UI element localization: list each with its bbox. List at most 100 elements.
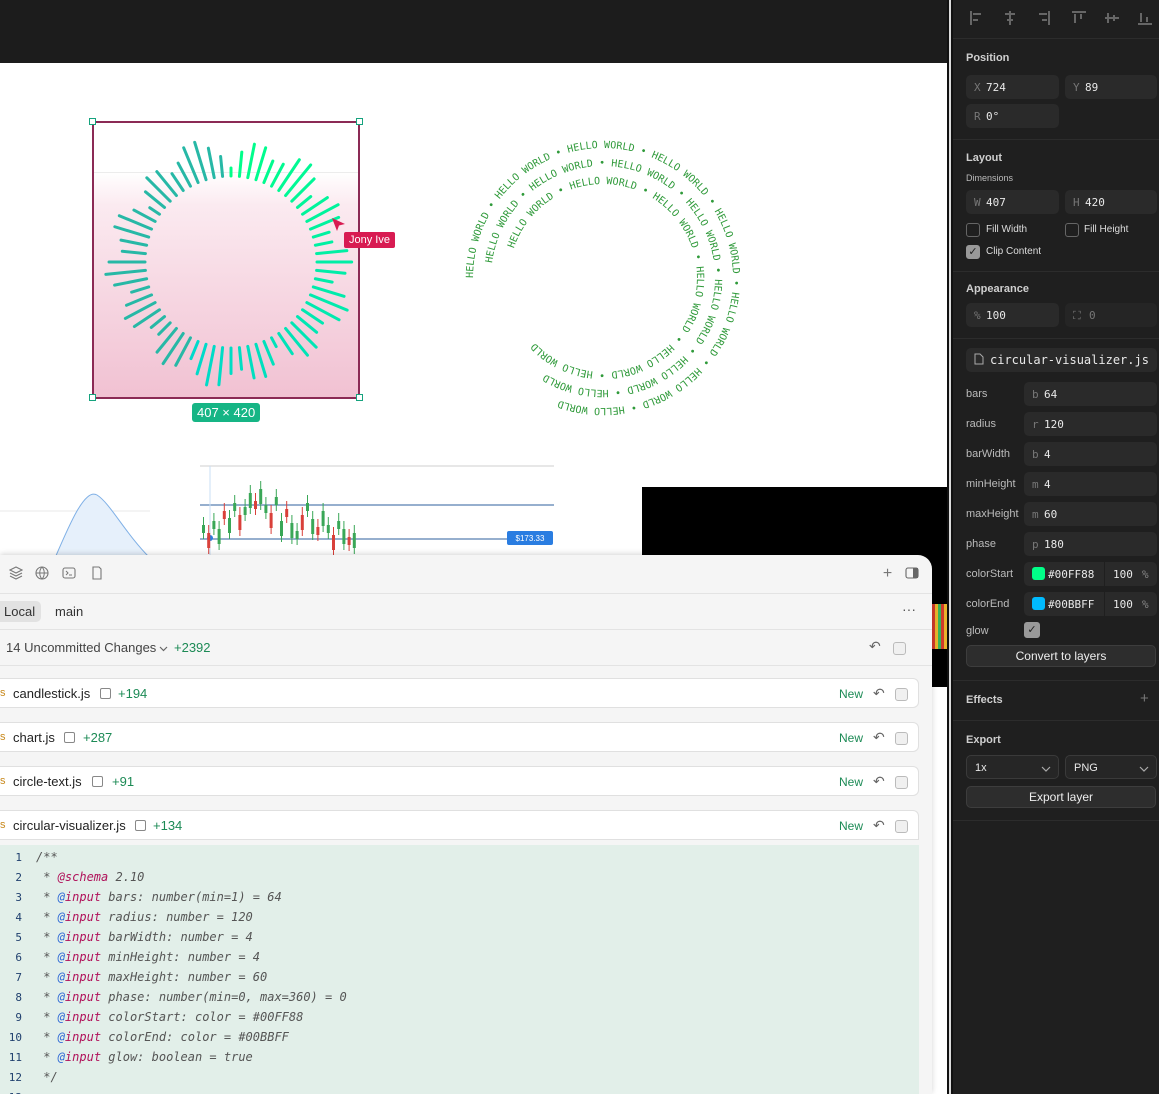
prop-label-barwidth: barWidth xyxy=(966,448,1011,460)
chevron-down-icon[interactable] xyxy=(159,640,168,658)
terminal-icon[interactable] xyxy=(61,566,76,581)
discard-icon[interactable]: ↶ xyxy=(873,685,885,702)
y-value: 89 xyxy=(1085,81,1099,94)
prop-field-maxheight[interactable]: m 60 xyxy=(1024,502,1157,526)
height-field[interactable]: H 420 xyxy=(1065,190,1157,214)
canvas-top-bar xyxy=(0,0,947,63)
visualizer-bar xyxy=(295,195,313,209)
candle-body xyxy=(306,503,309,511)
glow-checkbox[interactable]: ✓ xyxy=(1024,622,1040,638)
color-start-swatch[interactable] xyxy=(1032,567,1045,580)
selected-frame[interactable] xyxy=(92,121,360,399)
align-right-icon[interactable] xyxy=(1035,10,1051,26)
resize-handle-bottom-left[interactable] xyxy=(89,394,96,401)
file-row-circle-text[interactable]: s circle-text.js +91 New ↶ xyxy=(0,766,919,796)
stage-checkbox[interactable] xyxy=(895,732,908,745)
visualizer-bar xyxy=(290,321,318,349)
rotation-field[interactable]: R 0° xyxy=(966,104,1059,128)
discard-icon[interactable]: ↶ xyxy=(873,817,885,834)
line-number: 1 xyxy=(15,851,22,864)
resize-handle-top-left[interactable] xyxy=(89,118,96,125)
opacity-field[interactable]: % 100 xyxy=(966,303,1059,327)
separator xyxy=(953,338,1159,339)
candle-body xyxy=(238,515,242,530)
prop-value: 120 xyxy=(1044,418,1064,431)
prop-label-phase: phase xyxy=(966,538,996,550)
layers-icon[interactable] xyxy=(8,566,23,581)
copy-icon[interactable] xyxy=(100,688,111,699)
fill-width-checkbox[interactable] xyxy=(966,223,980,237)
candle-body xyxy=(342,529,346,544)
prop-field-phase[interactable]: p 180 xyxy=(1024,532,1157,556)
file-row-circular-visualizer[interactable]: s circular-visualizer.js +134 New ↶ xyxy=(0,810,919,840)
file-status-icon: s xyxy=(0,775,6,787)
export-format-select[interactable]: PNG xyxy=(1065,755,1157,779)
location-chip[interactable]: Local xyxy=(0,601,42,622)
file-status-icon: s xyxy=(0,687,6,699)
script-file-field[interactable]: circular-visualizer.js xyxy=(966,348,1157,372)
copy-icon[interactable] xyxy=(135,820,146,831)
file-additions: +287 xyxy=(83,730,113,745)
prop-value: 180 xyxy=(1044,538,1064,551)
width-field[interactable]: W 407 xyxy=(966,190,1059,214)
fill-height-checkbox[interactable] xyxy=(1065,223,1079,237)
file-name: circular-visualizer.js xyxy=(13,818,126,833)
y-field[interactable]: Y 89 xyxy=(1065,75,1157,99)
code-keyword: @input xyxy=(57,910,102,924)
dimensions-label: Dimensions xyxy=(966,173,1014,183)
copy-icon[interactable] xyxy=(64,732,75,743)
r-prefix: R xyxy=(974,110,981,123)
corner-radius-value: 0 xyxy=(1089,309,1096,322)
align-center-h-icon[interactable] xyxy=(1002,10,1018,26)
color-start-opacity: 100 xyxy=(1113,568,1133,581)
add-effect-icon[interactable]: + xyxy=(1140,690,1149,707)
prop-field-barwidth[interactable]: b 4 xyxy=(1024,442,1157,466)
color-start-field[interactable]: #00FF88 100 % xyxy=(1024,562,1157,586)
code-diff-view[interactable]: 1 /** 2 * @schema 2.10 3 * @input bars: num… xyxy=(0,845,919,1094)
x-field[interactable]: X 724 xyxy=(966,75,1059,99)
prop-value: 60 xyxy=(1044,508,1058,521)
changes-label: 14 Uncommitted Changes xyxy=(6,640,157,655)
code-keyword: @input xyxy=(57,1030,102,1044)
prop-field-bars[interactable]: b 64 xyxy=(1024,382,1157,406)
stage-checkbox[interactable] xyxy=(895,688,908,701)
visualizer-bar xyxy=(195,342,208,376)
corner-radius-field[interactable]: ⛶ 0 xyxy=(1065,303,1157,327)
align-center-v-icon[interactable] xyxy=(1104,10,1120,26)
sidebar-toggle-icon[interactable] xyxy=(904,566,919,581)
code-line: * @schema 2.10 xyxy=(36,870,144,884)
visualizer-bar xyxy=(132,208,157,223)
color-end-field[interactable]: #00BBFF 100 % xyxy=(1024,592,1157,616)
align-top-icon[interactable] xyxy=(1071,10,1087,26)
uncommitted-changes-header[interactable]: 14 Uncommitted Changes +2392 ↶ xyxy=(0,629,932,666)
file-icon[interactable] xyxy=(88,566,103,581)
convert-to-layers-button[interactable]: Convert to layers xyxy=(966,645,1156,667)
prop-field-radius[interactable]: r 120 xyxy=(1024,412,1157,436)
color-end-swatch[interactable] xyxy=(1032,597,1045,610)
prop-field-minheight[interactable]: m 4 xyxy=(1024,472,1157,496)
resize-handle-bottom-right[interactable] xyxy=(356,394,363,401)
export-layer-button[interactable]: Export layer xyxy=(966,786,1156,808)
separator xyxy=(953,680,1159,681)
file-row-candlestick[interactable]: s candlestick.js +194 New ↶ xyxy=(0,678,919,708)
discard-all-icon[interactable]: ↶ xyxy=(869,638,881,655)
glow-label: glow xyxy=(966,625,989,637)
branch-name[interactable]: main xyxy=(55,604,83,619)
file-row-chart[interactable]: s chart.js +287 New ↶ xyxy=(0,722,919,752)
export-scale-select[interactable]: 1x xyxy=(966,755,1059,779)
align-bottom-icon[interactable] xyxy=(1137,10,1153,26)
resize-handle-top-right[interactable] xyxy=(356,118,363,125)
globe-icon[interactable] xyxy=(34,566,49,581)
stage-all-checkbox[interactable] xyxy=(893,642,906,655)
discard-icon[interactable]: ↶ xyxy=(873,773,885,790)
stage-checkbox[interactable] xyxy=(895,820,908,833)
clip-content-checkbox[interactable]: ✓ xyxy=(966,245,980,259)
more-options-icon[interactable]: ··· xyxy=(902,601,916,617)
copy-icon[interactable] xyxy=(92,776,103,787)
add-icon[interactable]: + xyxy=(880,566,895,582)
stage-checkbox[interactable] xyxy=(895,776,908,789)
circle-text-inner: HELLO WORLD • HELLO WORLD • HELLO WORLD … xyxy=(506,176,705,380)
discard-icon[interactable]: ↶ xyxy=(873,729,885,746)
align-left-icon[interactable] xyxy=(969,10,985,26)
line-number: 11 xyxy=(8,1051,22,1064)
